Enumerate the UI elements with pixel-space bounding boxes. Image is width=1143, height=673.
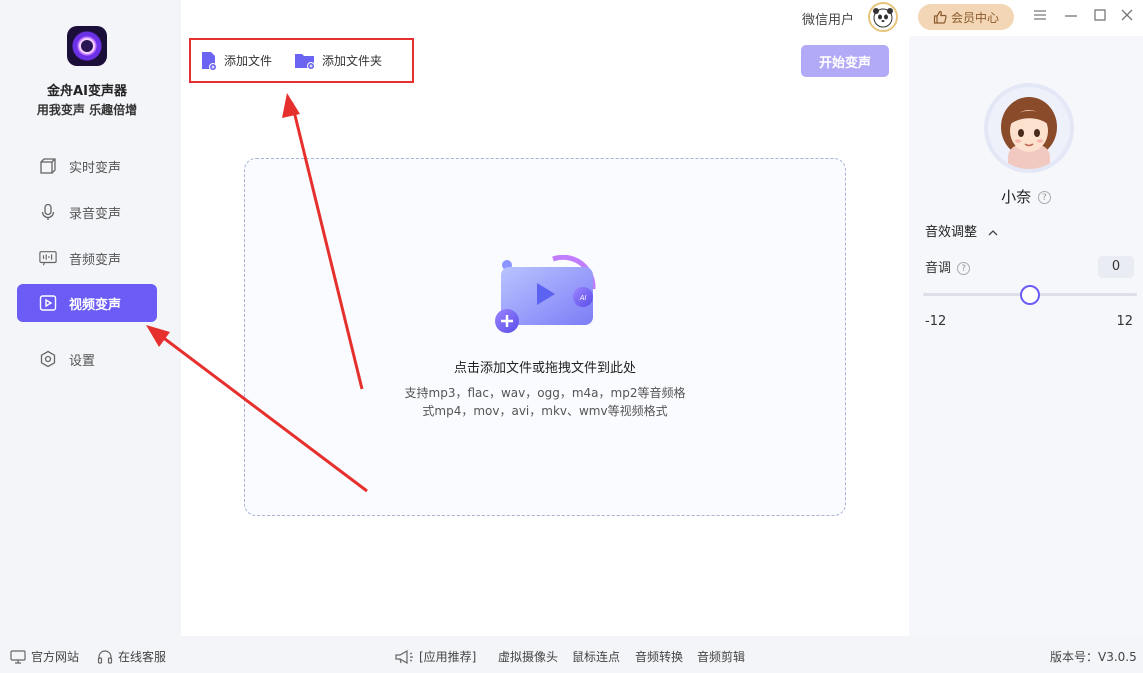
version-label: 版本号：V3.0.5: [1050, 650, 1137, 664]
website-link[interactable]: 官方网站: [10, 648, 79, 665]
video-upload-illustration: AI: [495, 255, 596, 333]
app-logo: [67, 26, 107, 66]
pitch-value[interactable]: 0: [1098, 256, 1134, 278]
footer-link-auto-clicker[interactable]: 鼠标连点: [572, 648, 620, 665]
status-bar: 官方网站 在线客服 [应用推荐] 虚拟摄像头 鼠标连点 音频转换 音频剪辑 版本…: [0, 636, 1143, 673]
close-icon[interactable]: [1119, 8, 1135, 24]
dropzone-hint-line1: 支持mp3，flac，wav，ogg，m4a，mp2等音频格: [404, 386, 686, 400]
add-toolbar: 添加文件 添加文件夹: [189, 38, 414, 83]
sidebar-item-label: 实时变声: [69, 160, 122, 176]
add-folder-button[interactable]: 添加文件夹: [294, 52, 382, 70]
effects-section-title: 音效调整: [925, 225, 978, 240]
file-dropzone[interactable]: AI 点击添加文件或拖拽文件到此处 支持mp3，flac，wav，ogg，m4a…: [244, 158, 846, 516]
app-slogan: 用我变声 乐趣倍增: [36, 103, 138, 117]
start-convert-button[interactable]: 开始变声: [801, 45, 889, 77]
sidebar-item-label: 录音变声: [69, 206, 122, 222]
thumbs-up-icon: [933, 10, 947, 24]
sidebar-item-realtime[interactable]: 实时变声: [17, 147, 157, 185]
user-avatar[interactable]: [868, 2, 898, 32]
vip-center-label: 会员中心: [950, 10, 999, 25]
menu-icon[interactable]: [1032, 8, 1048, 24]
sidebar: 金舟AI变声器 用我变声 乐趣倍增 实时变声 录音变声 音频变声 视频变声 设置: [0, 0, 181, 636]
sidebar-item-video[interactable]: 视频变声: [17, 284, 157, 322]
sidebar-item-settings[interactable]: 设置: [17, 340, 157, 378]
support-link[interactable]: 在线客服: [97, 648, 166, 665]
recommend-text: [应用推荐]: [419, 650, 477, 664]
sidebar-item-label: 视频变声: [69, 297, 122, 313]
svg-text:AI: AI: [579, 295, 587, 302]
app-name: 金舟AI变声器: [47, 84, 127, 99]
waveform-icon: [39, 249, 57, 267]
pitch-max-label: 12: [1116, 314, 1133, 329]
footer-link-audio-convert[interactable]: 音频转换: [635, 648, 683, 665]
maximize-icon[interactable]: [1092, 8, 1108, 24]
voice-name-text: 小奈: [1001, 188, 1032, 206]
help-icon[interactable]: ?: [1037, 191, 1051, 204]
website-label: 官方网站: [31, 650, 80, 664]
microphone-icon: [39, 203, 57, 221]
pitch-label-text: 音调: [925, 261, 952, 276]
monitor-icon: [10, 649, 26, 664]
vip-center-button[interactable]: 会员中心: [918, 4, 1014, 30]
main-panel: 添加文件 添加文件夹 开始变声 AI 点击添加文件或拖拽文件到此处 支持mp3，…: [181, 0, 909, 636]
voice-settings-panel: 小奈 ? 音效调整 音调 ? 0 -12 12: [909, 36, 1143, 636]
dropzone-title: 点击添加文件或拖拽文件到此处: [453, 361, 636, 376]
add-file-icon: [202, 51, 217, 71]
add-folder-label: 添加文件夹: [322, 54, 383, 68]
pitch-help-icon[interactable]: ?: [957, 262, 971, 275]
username[interactable]: 微信用户: [802, 9, 854, 28]
cube-icon: [39, 157, 57, 175]
settings-icon: [39, 350, 57, 368]
chevron-up-icon: [988, 229, 998, 235]
add-file-button[interactable]: 添加文件: [200, 51, 272, 71]
voice-name: 小奈 ?: [909, 186, 1143, 207]
effects-section-toggle[interactable]: 音效调整: [925, 221, 999, 240]
sidebar-item-label: 设置: [69, 353, 96, 369]
headset-icon: [97, 649, 113, 664]
pitch-min-label: -12: [925, 314, 947, 329]
panda-avatar-icon: [873, 8, 893, 28]
megaphone-icon: [395, 649, 413, 664]
pitch-slider[interactable]: [923, 285, 1137, 305]
dropzone-hint-line2: 式mp4，mov，avi，mkv、wmv等视频格式: [422, 404, 668, 418]
add-folder-icon: [295, 53, 316, 70]
minimize-icon[interactable]: [1063, 8, 1079, 24]
add-file-label: 添加文件: [224, 54, 273, 68]
footer-link-audio-edit[interactable]: 音频剪辑: [697, 648, 745, 665]
pitch-label: 音调 ?: [925, 257, 971, 276]
recommend-label: [应用推荐]: [394, 648, 476, 665]
sidebar-item-record[interactable]: 录音变声: [17, 193, 157, 231]
pitch-slider-thumb[interactable]: [1020, 285, 1040, 305]
voice-avatar[interactable]: [984, 83, 1074, 173]
play-icon: [39, 294, 57, 312]
sidebar-item-label: 音频变声: [69, 252, 122, 268]
girl-avatar-icon: [988, 87, 1070, 169]
footer-link-virtual-camera[interactable]: 虚拟摄像头: [498, 648, 558, 665]
support-label: 在线客服: [118, 650, 167, 664]
sidebar-item-audio[interactable]: 音频变声: [17, 239, 157, 277]
